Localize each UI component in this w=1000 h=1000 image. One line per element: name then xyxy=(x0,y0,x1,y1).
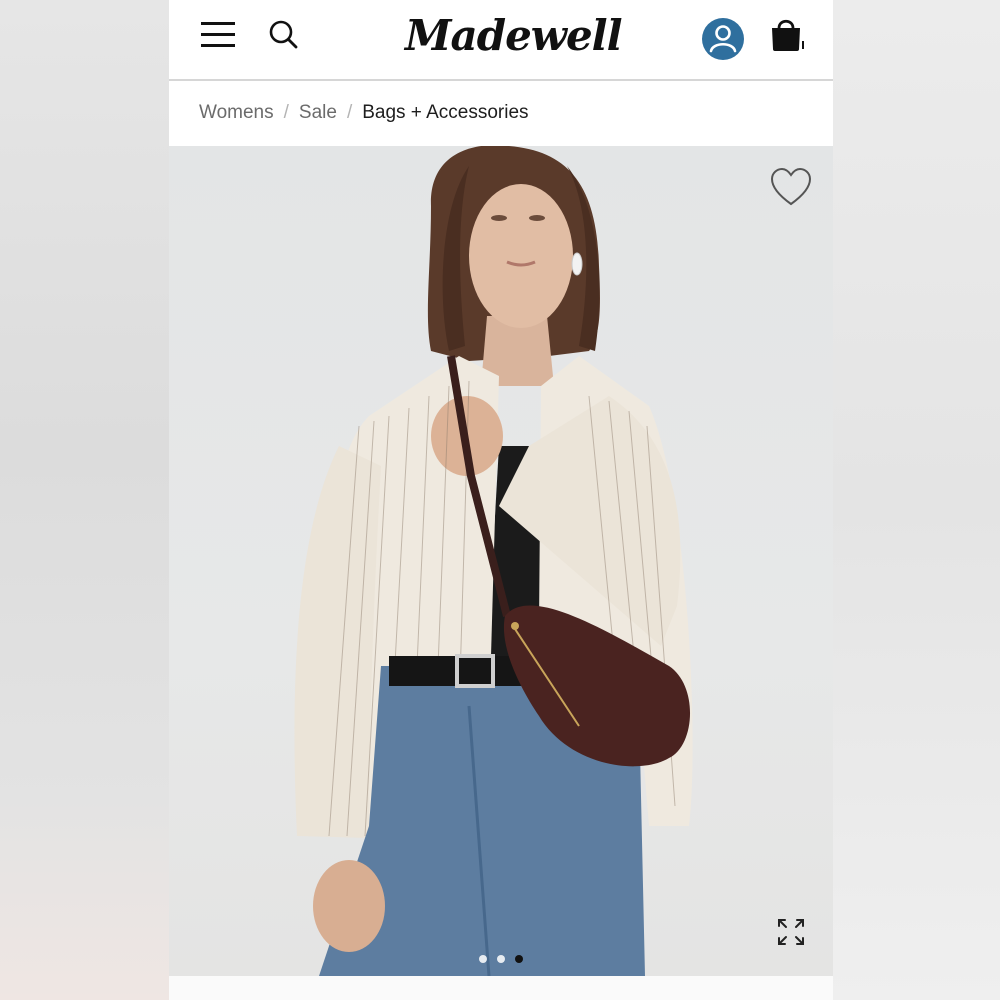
account-icon[interactable] xyxy=(701,17,745,61)
carousel-dot-active[interactable] xyxy=(515,955,523,963)
breadcrumb-sale[interactable]: Sale xyxy=(299,102,337,124)
breadcrumb-separator: / xyxy=(283,102,289,123)
heart-icon[interactable] xyxy=(769,166,813,208)
expand-icon[interactable] xyxy=(775,916,807,948)
top-navigation-bar: Madewell xyxy=(169,0,833,81)
carousel-dot[interactable] xyxy=(497,955,505,963)
breadcrumb: Womens / Sale / Bags + Accessories xyxy=(169,81,833,145)
product-image[interactable] xyxy=(169,146,833,976)
carousel-dots xyxy=(469,955,533,967)
breadcrumb-bags-accessories[interactable]: Bags + Accessories xyxy=(362,102,528,124)
hamburger-menu-icon[interactable] xyxy=(201,20,237,50)
mobile-page: Madewell Womens / Sale / Bags + Accessor… xyxy=(169,0,833,1000)
search-icon[interactable] xyxy=(268,19,300,51)
madewell-logo[interactable]: Madewell xyxy=(405,8,623,64)
breadcrumb-separator: / xyxy=(346,102,353,123)
shopping-bag-icon[interactable] xyxy=(769,16,807,56)
background-left xyxy=(0,0,169,1000)
bottom-strip xyxy=(169,976,833,1000)
carousel-dot[interactable] xyxy=(479,955,487,963)
model-photo xyxy=(294,146,693,976)
background-right xyxy=(833,0,1000,1000)
breadcrumb-womens[interactable]: Womens xyxy=(199,102,274,124)
